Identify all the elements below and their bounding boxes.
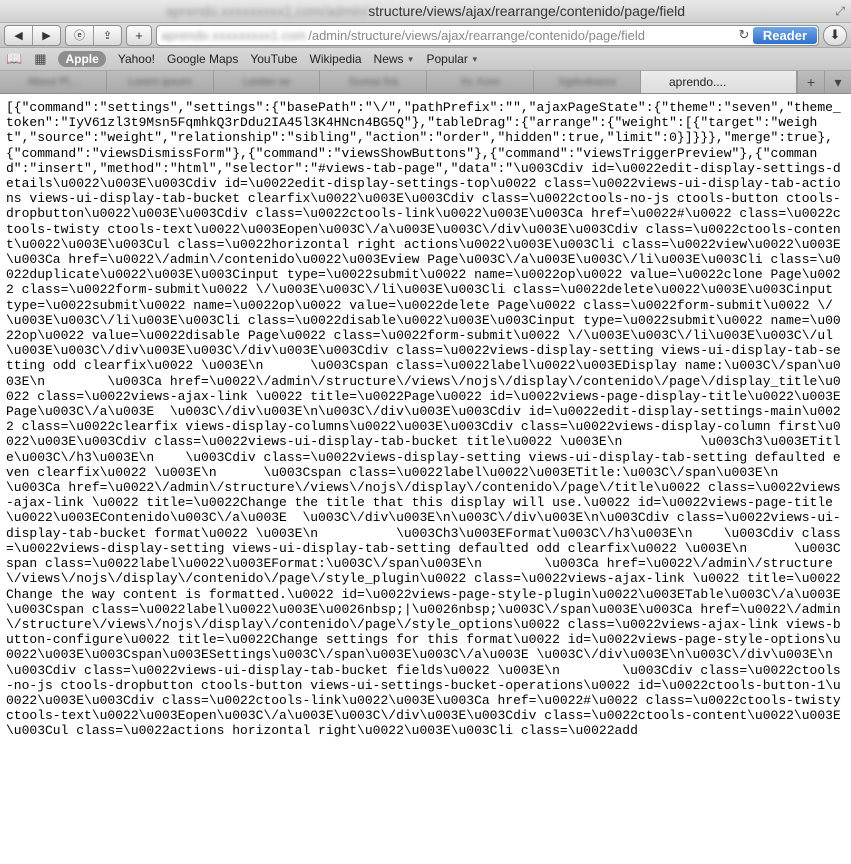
new-tab-icon[interactable]: + xyxy=(796,71,824,93)
bookmark-news-label: News xyxy=(373,52,404,66)
bookmark-yahoo[interactable]: Yahoo! xyxy=(118,52,155,66)
tab-label: Xgdxxkaxxx xyxy=(557,76,617,88)
page-content: [{"command":"settings","settings":{"base… xyxy=(0,94,851,864)
tab-label: About Pl... xyxy=(27,76,79,88)
tab-5[interactable]: Xx Xxxx xyxy=(427,71,535,93)
reader-button[interactable]: Reader xyxy=(752,26,817,44)
chevron-down-icon: ▼ xyxy=(470,54,479,64)
bookmark-wikipedia[interactable]: Wikipedia xyxy=(310,52,362,66)
tab-label: Guxxa fxa xyxy=(348,76,399,88)
tab-1[interactable]: About Pl... xyxy=(0,71,107,93)
window-title-host: aprendo.xxxxxxxxx1.com/admin/ xyxy=(165,3,369,19)
tab-label: Lorem ipsum xyxy=(127,76,192,88)
bookmark-popular-label: Popular xyxy=(426,52,468,66)
downloads-icon[interactable]: ⬇ xyxy=(823,24,847,46)
json-response-text: [{"command":"settings","settings":{"base… xyxy=(6,100,849,739)
back-button[interactable]: ◀ xyxy=(5,26,32,45)
forward-button[interactable]: ▶ xyxy=(32,25,60,45)
reload-icon[interactable]: ↻ xyxy=(735,27,753,43)
page-actions: ⓔ ⇪ xyxy=(65,24,122,46)
bookmarks-bar: 📖 ▦ Apple Yahoo! Google Maps YouTube Wik… xyxy=(0,48,851,71)
tab-active-label: aprendo.... xyxy=(668,75,727,89)
bookmark-youtube[interactable]: YouTube xyxy=(250,52,297,66)
web-clip-icon[interactable]: ⓔ xyxy=(66,26,93,45)
tab-label: Leidan se xyxy=(242,76,291,88)
history-nav: ◀ ▶ xyxy=(4,24,61,46)
fullscreen-icon[interactable]: ⤢ xyxy=(835,0,845,22)
tab-3[interactable]: Leidan se xyxy=(214,71,321,93)
add-bookmark-button[interactable]: + xyxy=(126,24,152,46)
browser-toolbar: ◀ ▶ ⓔ ⇪ + aprendo.xxxxxxxxx1.com /admin/… xyxy=(0,23,851,48)
address-host: aprendo.xxxxxxxxx1.com xyxy=(161,27,307,43)
address-path: /admin/structure/views/ajax/rearrange/co… xyxy=(308,27,645,43)
tab-label: Xx Xxxx xyxy=(460,76,501,88)
window-title-path: structure/views/ajax/rearrange/contenido… xyxy=(368,3,686,19)
share-icon[interactable]: ⇪ xyxy=(93,25,121,45)
top-sites-icon[interactable]: ▦ xyxy=(34,51,46,67)
tab-list-icon[interactable]: ▾ xyxy=(823,71,851,93)
chevron-down-icon: ▼ xyxy=(406,54,415,64)
tab-6[interactable]: Xgdxxkaxxx xyxy=(534,71,641,93)
bookmark-google-maps[interactable]: Google Maps xyxy=(167,52,238,66)
bookmark-popular[interactable]: Popular ▼ xyxy=(426,52,478,66)
bookmark-apple[interactable]: Apple xyxy=(58,51,106,67)
tab-4[interactable]: Guxxa fxa xyxy=(320,71,428,93)
tab-active[interactable]: aprendo.... xyxy=(640,71,797,93)
address-bar[interactable]: aprendo.xxxxxxxxx1.com /admin/structure/… xyxy=(156,24,819,46)
tab-bar: About Pl... Lorem ipsum Leidan se Guxxa … xyxy=(0,71,851,94)
reading-list-icon[interactable]: 📖 xyxy=(6,51,22,67)
tab-2[interactable]: Lorem ipsum xyxy=(107,71,214,93)
bookmark-news[interactable]: News ▼ xyxy=(374,52,415,66)
window-titlebar: aprendo.xxxxxxxxx1.com/admin/structure/v… xyxy=(0,0,851,23)
